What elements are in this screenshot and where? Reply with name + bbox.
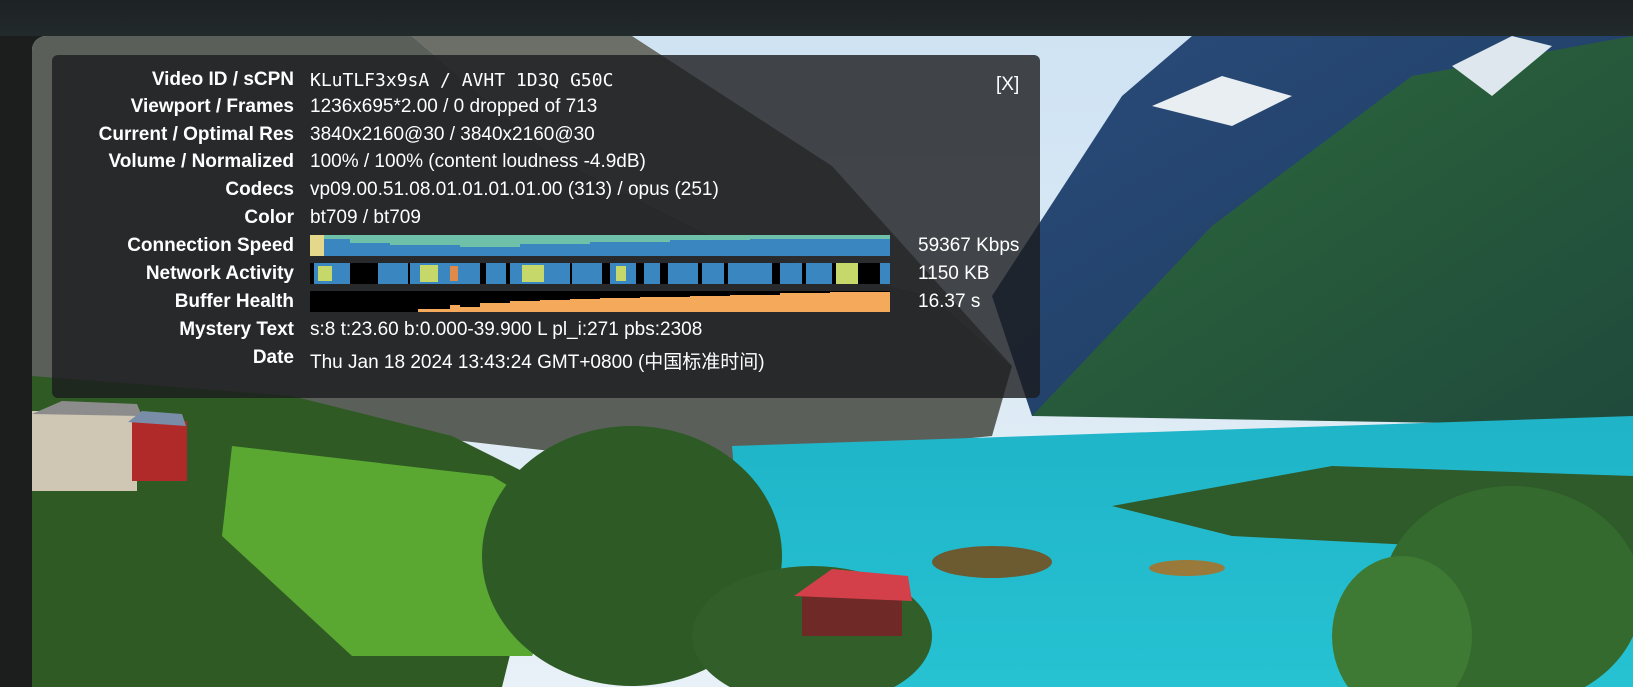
stats-label: Current / Optimal Res <box>98 124 294 145</box>
stats-label: Video ID / sCPN <box>151 69 294 90</box>
network-activity-value: 1150 KB <box>918 263 990 284</box>
network-activity-graph <box>310 263 890 284</box>
stats-value: s:8 t:23.60 b:0.000-39.900 L pl_i:271 pb… <box>310 319 703 340</box>
stats-value: vp09.00.51.08.01.01.01.01.00 (313) / opu… <box>310 179 719 200</box>
stats-value: bt709 / bt709 <box>310 207 421 228</box>
connection-speed-value: 59367 Kbps <box>918 235 1020 256</box>
stats-row-buffer-health: Buffer Health 16.37 s <box>52 288 1040 316</box>
stats-label: Network Activity <box>145 263 294 284</box>
stats-for-nerds-panel: [X] Video ID / sCPN KLuTLF3x9sA / AVHT 1… <box>52 55 1040 398</box>
connection-speed-graph <box>310 235 890 256</box>
stats-value: Thu Jan 18 2024 13:43:24 GMT+0800 (中国标准时… <box>310 352 765 373</box>
stats-row-video-id: Video ID / sCPN KLuTLF3x9sA / AVHT 1D3Q … <box>52 66 1040 94</box>
stats-row-date: Date Thu Jan 18 2024 13:43:24 GMT+0800 (… <box>52 344 1040 373</box>
stats-label: Connection Speed <box>127 235 294 256</box>
buffer-health-value: 16.37 s <box>918 291 981 312</box>
stats-row-resolution: Current / Optimal Res 3840x2160@30 / 384… <box>52 121 1040 149</box>
stats-row-viewport: Viewport / Frames 1236x695*2.00 / 0 drop… <box>52 93 1040 121</box>
stats-row-connection-speed: Connection Speed 59367 Kbps <box>52 232 1040 260</box>
stats-value: 100% / 100% (content loudness -4.9dB) <box>310 151 646 172</box>
stats-label: Mystery Text <box>179 319 294 340</box>
stats-label: Color <box>244 207 294 228</box>
stats-value: 3840x2160@30 / 3840x2160@30 <box>310 124 595 145</box>
buffer-health-graph <box>310 291 890 312</box>
stats-label: Volume / Normalized <box>108 151 294 172</box>
stats-label: Viewport / Frames <box>130 96 294 117</box>
window-top-bar <box>0 0 1633 36</box>
stats-label: Buffer Health <box>174 291 294 312</box>
stats-value: KLuTLF3x9sA / AVHT 1D3Q G50C <box>310 70 614 91</box>
stats-row-codecs: Codecs vp09.00.51.08.01.01.01.01.00 (313… <box>52 176 1040 204</box>
stats-row-network-activity: Network Activity 1150 KB <box>52 260 1040 288</box>
stats-row-mystery-text: Mystery Text s:8 t:23.60 b:0.000-39.900 … <box>52 316 1040 344</box>
stats-label: Codecs <box>225 179 294 200</box>
stats-label: Date <box>252 347 294 368</box>
stats-row-color: Color bt709 / bt709 <box>52 204 1040 232</box>
stats-value: 1236x695*2.00 / 0 dropped of 713 <box>310 96 598 117</box>
stats-row-volume: Volume / Normalized 100% / 100% (content… <box>52 148 1040 176</box>
